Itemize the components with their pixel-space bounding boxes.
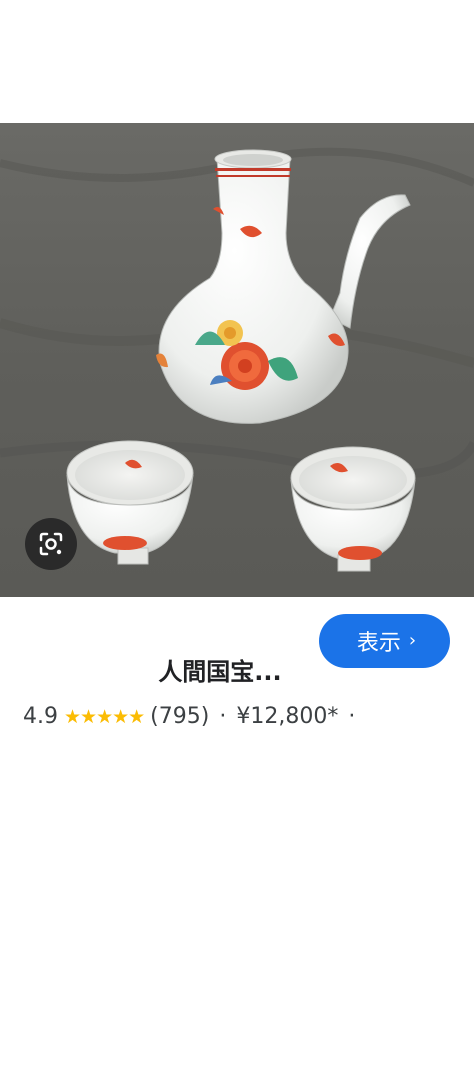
rating-stars: ★★★★★ [64,705,145,728]
rating-value: 4.9 [23,704,58,729]
review-count: (795) [150,704,210,729]
google-lens-icon [39,532,63,556]
product-title[interactable]: 人間国宝... [0,652,440,687]
trailing-separator-dot: · [348,704,356,729]
price: ¥12,800* [236,704,339,729]
product-image[interactable] [0,123,474,597]
chevron-right-icon: › [408,630,417,651]
product-meta: 4.9 ★★★★★ (795) · ¥12,800* · [23,704,365,729]
separator-dot: · [219,704,227,729]
google-lens-button[interactable] [25,518,77,570]
